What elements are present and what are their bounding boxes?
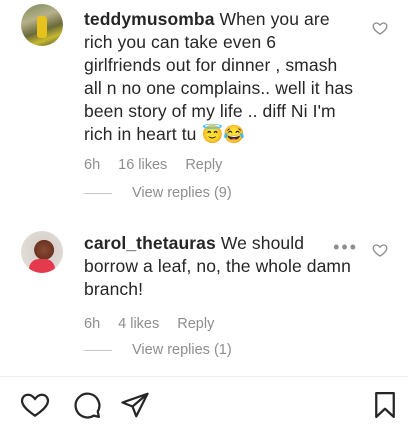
comment-text-block: teddymusomba When you are rich you can t… bbox=[84, 8, 354, 146]
comment-username[interactable]: teddymusomba bbox=[84, 9, 215, 29]
comment-time: 6h bbox=[84, 316, 101, 332]
more-options-button[interactable]: ••• bbox=[333, 237, 358, 258]
comment-meta: 6h 16 likes Reply bbox=[84, 157, 222, 173]
comment-item: teddymusomba When you are rich you can t… bbox=[0, 0, 408, 215]
share-icon[interactable] bbox=[120, 390, 150, 420]
divider-line bbox=[84, 192, 112, 194]
comment-meta: 6h 4 likes Reply bbox=[84, 316, 214, 332]
avatar[interactable] bbox=[21, 4, 63, 46]
view-replies-button[interactable]: View replies (1) bbox=[84, 342, 232, 358]
like-comment-icon[interactable] bbox=[372, 20, 388, 36]
comment-body: When you are rich you can take even 6 gi… bbox=[84, 9, 354, 144]
comment-item: carol_thetauras We should borrow a leaf,… bbox=[0, 220, 408, 370]
comment-likes[interactable]: 4 likes bbox=[118, 316, 159, 332]
avatar[interactable] bbox=[21, 231, 63, 273]
comment-time: 6h bbox=[84, 157, 101, 173]
divider-line bbox=[84, 349, 112, 351]
view-replies-button[interactable]: View replies (9) bbox=[84, 185, 232, 201]
reply-button[interactable]: Reply bbox=[177, 316, 214, 332]
view-replies-label: View replies (9) bbox=[132, 185, 232, 201]
comment-likes[interactable]: 16 likes bbox=[118, 157, 167, 173]
bookmark-icon[interactable] bbox=[370, 390, 400, 420]
post-action-bar bbox=[0, 376, 408, 430]
view-replies-label: View replies (1) bbox=[132, 342, 232, 358]
comment-username[interactable]: carol_thetauras bbox=[84, 233, 216, 253]
heart-icon[interactable] bbox=[20, 390, 50, 420]
like-comment-icon[interactable] bbox=[372, 242, 388, 258]
comment-text-block: carol_thetauras We should borrow a leaf,… bbox=[84, 232, 352, 301]
comment-icon[interactable] bbox=[72, 390, 102, 420]
reply-button[interactable]: Reply bbox=[185, 157, 222, 173]
